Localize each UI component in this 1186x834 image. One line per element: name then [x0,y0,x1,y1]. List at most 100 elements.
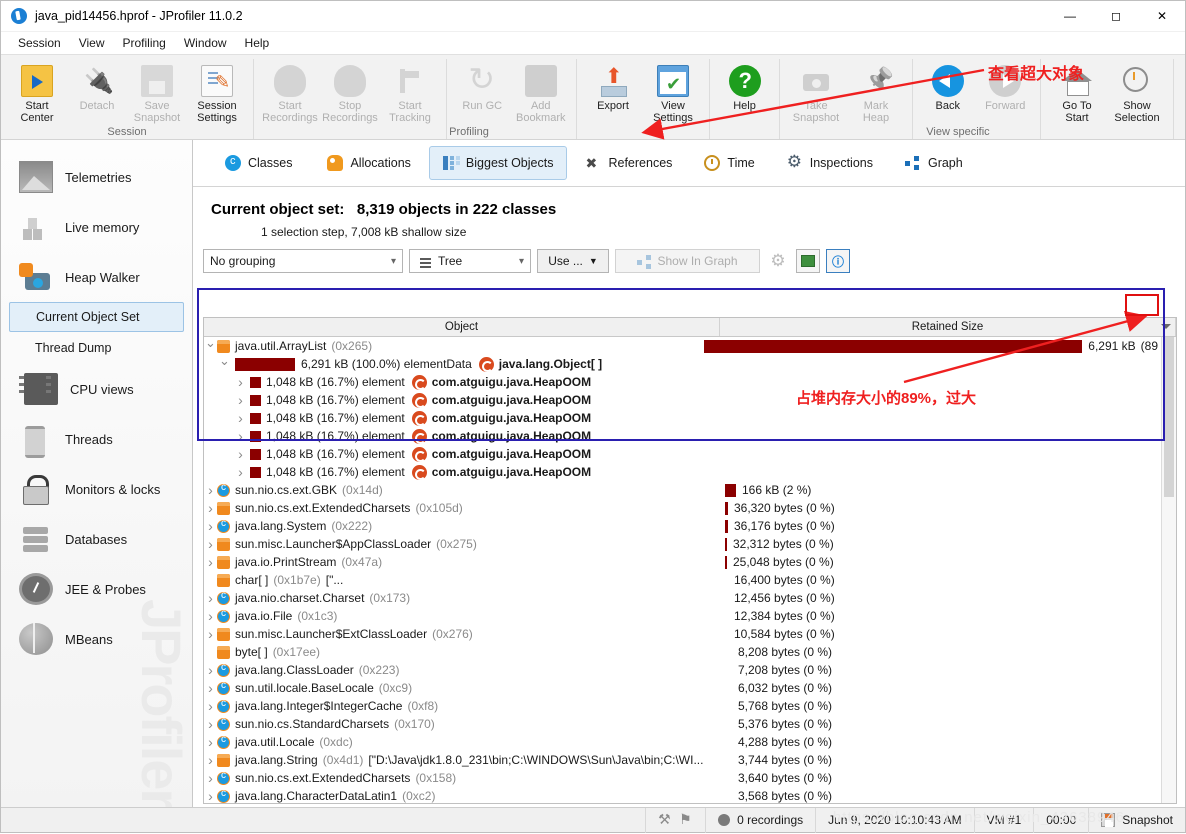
sidebar-item-databases[interactable]: Databases [1,514,192,564]
table-row[interactable]: sun.nio.cs.StandardCharsets (0x170) 5,37… [204,715,1176,733]
maximize-button[interactable]: ◻ [1093,1,1139,32]
table-row[interactable]: java.util.Locale (0xdc) 4,288 bytes (0 %… [204,733,1176,751]
table-row[interactable]: java.nio.charset.Charset (0x173) 12,456 … [204,589,1176,607]
tab-biggest-objects[interactable]: Biggest Objects [428,146,568,180]
table-row[interactable]: java.lang.Integer$IntegerCache (0xf8) 5,… [204,697,1176,715]
retained-size-value: 12,384 bytes (0 %) [734,609,835,623]
go-to-start-button[interactable]: Go To Start [1047,59,1107,139]
table-row[interactable]: 1,048 kB (16.7%) element com.atguigu.jav… [204,409,1176,427]
table-row[interactable]: java.io.PrintStream (0x47a) 25,048 bytes… [204,553,1176,571]
tab-time[interactable]: Time [690,146,768,180]
menu-help[interactable]: Help [236,34,279,52]
take-snapshot-button[interactable]: Take Snapshot [786,59,846,139]
start-recordings-button[interactable]: Start Recordings [260,59,320,139]
scrollbar-thumb[interactable] [1164,337,1174,497]
show-in-graph-button[interactable]: Show In Graph [615,249,760,273]
sidebar-item-heap-walker[interactable]: Heap Walker [1,252,192,302]
expand-arrow[interactable] [204,770,217,786]
expand-arrow[interactable] [234,446,247,462]
tab-references[interactable]: ✖ References [571,146,686,180]
expand-arrow[interactable] [204,518,217,534]
expand-arrow[interactable] [234,374,247,390]
table-row[interactable]: sun.nio.cs.ext.ExtendedCharsets (0x105d)… [204,499,1176,517]
table-row[interactable]: 1,048 kB (16.7%) element com.atguigu.jav… [204,391,1176,409]
table-row[interactable]: sun.misc.Launcher$AppClassLoader (0x275)… [204,535,1176,553]
sidebar-item-thread-dump[interactable]: Thread Dump [9,332,184,364]
table-row[interactable]: 1,048 kB (16.7%) element com.atguigu.jav… [204,463,1176,481]
use-button[interactable]: Use ... ▼ [537,249,609,273]
show-selection-button[interactable]: Show Selection [1107,59,1167,139]
menu-profiling[interactable]: Profiling [114,34,175,52]
table-row[interactable]: 1,048 kB (16.7%) element com.atguigu.jav… [204,445,1176,463]
expand-arrow[interactable] [204,626,217,642]
menu-session[interactable]: Session [9,34,70,52]
expand-arrow[interactable] [204,734,217,750]
toolbar-group-goto: Go To Start Show Selection [1040,59,1173,139]
help-button[interactable]: Help [716,59,773,139]
expand-arrow[interactable] [204,482,217,498]
table-row[interactable]: java.lang.ClassLoader (0x223) 7,208 byte… [204,661,1176,679]
export-view-icon[interactable] [796,249,820,273]
column-header-object[interactable]: Object [204,318,720,336]
table-row[interactable]: 6,291 kB (100.0%) elementData java.lang.… [204,355,1176,373]
table-row[interactable]: sun.nio.cs.ext.GBK (0x14d) 166 kB (2 %) [204,481,1176,499]
expand-arrow[interactable] [204,662,217,678]
flag-icon[interactable] [679,811,693,828]
hammer-icon[interactable] [658,811,672,828]
column-header-retained-size[interactable]: Retained Size [720,318,1176,336]
gear-icon[interactable]: ⚙ [766,249,790,273]
expand-arrow[interactable] [204,788,217,803]
table-row[interactable]: java.lang.CharacterDataLatin1 (0xc2) 3,5… [204,787,1176,803]
expand-arrow[interactable] [234,392,247,408]
expand-arrow[interactable] [204,554,217,570]
sidebar-item-cpu-views[interactable]: CPU views [1,364,192,414]
table-row[interactable]: sun.nio.cs.ext.ExtendedCharsets (0x158) … [204,769,1176,787]
expand-arrow[interactable] [234,410,247,426]
object-name: byte[ ] [235,645,268,659]
expand-arrow[interactable] [204,752,217,768]
grouping-select[interactable]: No grouping ▾ [203,249,403,273]
tab-inspections[interactable]: Inspections [773,146,887,180]
table-row[interactable]: sun.misc.Launcher$ExtClassLoader (0x276)… [204,625,1176,643]
expand-arrow[interactable] [218,356,231,372]
status-recordings[interactable]: 0 recordings [705,807,815,833]
sidebar-item-monitors-locks[interactable]: Monitors & locks [1,464,192,514]
table-row[interactable]: java.lang.System (0x222) 36,176 bytes (0… [204,517,1176,535]
table-row[interactable]: java.io.File (0x1c3) 12,384 bytes (0 %) [204,607,1176,625]
expand-arrow[interactable] [234,428,247,444]
expand-arrow[interactable] [204,680,217,696]
expand-arrow[interactable] [204,716,217,732]
export-button[interactable]: Export [583,59,643,139]
expand-arrow[interactable] [204,500,217,516]
tab-allocations[interactable]: Allocations [310,146,424,180]
table-row[interactable]: 1,048 kB (16.7%) element com.atguigu.jav… [204,373,1176,391]
menu-view[interactable]: View [70,34,114,52]
vertical-scrollbar[interactable] [1161,337,1176,803]
sidebar-item-threads[interactable]: Threads [1,414,192,464]
menu-window[interactable]: Window [175,34,236,52]
sidebar-item-current-object-set[interactable]: Current Object Set [9,302,184,332]
sidebar-item-telemetries[interactable]: Telemetries [1,152,192,202]
info-icon[interactable]: ⓘ [826,249,850,273]
view-mode-select[interactable]: Tree ▾ [409,249,531,273]
minimize-button[interactable]: — [1047,1,1093,32]
table-row[interactable]: char[ ] (0x1b7e) ["... 16,400 bytes (0 %… [204,571,1176,589]
expand-arrow[interactable] [204,590,217,606]
status-snapshot[interactable]: Snapshot [1088,807,1185,833]
table-row[interactable]: java.lang.String (0x4d1) ["D:\Java\jdk1.… [204,751,1176,769]
table-row[interactable]: java.util.ArrayList (0x265) 6,291 kB (89… [204,337,1176,355]
sidebar-item-live-memory[interactable]: Live memory [1,202,192,252]
close-button[interactable]: ✕ [1139,1,1185,32]
expand-arrow[interactable] [204,536,217,552]
expand-arrow[interactable] [204,608,217,624]
view-settings-button[interactable]: ViewSettings [643,59,703,139]
table-row[interactable]: sun.util.locale.BaseLocale (0xc9) 6,032 … [204,679,1176,697]
tab-classes[interactable]: Classes [211,146,306,180]
object-name: sun.nio.cs.ext.ExtendedCharsets [235,501,411,515]
tab-graph[interactable]: Graph [891,146,977,180]
expand-arrow[interactable] [204,338,217,354]
table-row[interactable]: 1,048 kB (16.7%) element com.atguigu.jav… [204,427,1176,445]
expand-arrow[interactable] [204,698,217,714]
table-row[interactable]: byte[ ] (0x17ee) 8,208 bytes (0 %) [204,643,1176,661]
expand-arrow[interactable] [234,464,247,480]
